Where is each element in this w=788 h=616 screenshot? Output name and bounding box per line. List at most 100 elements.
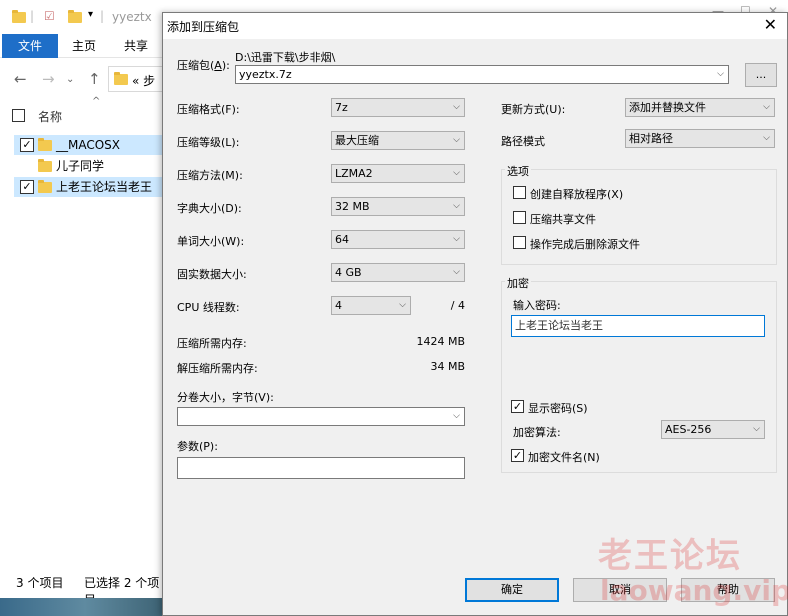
method-label: 压缩方法(M):	[177, 169, 243, 182]
recent-dropdown-icon[interactable]: ⌄	[66, 74, 74, 85]
word-size-label: 单词大小(W):	[177, 235, 245, 248]
format-value: 7z	[335, 101, 348, 114]
path-mode-label: 路径模式	[501, 135, 545, 148]
level-select[interactable]: 最大压缩 ⌵	[331, 131, 465, 150]
address-folder-icon	[114, 72, 128, 85]
desktop-wallpaper-strip	[0, 598, 170, 616]
archive-path: D:\迅雷下载\步非烟\	[235, 51, 336, 64]
create-sfx-checkbox[interactable]	[513, 186, 526, 199]
word-size-value: 64	[335, 233, 349, 246]
decompress-memory-label: 解压缩所需内存:	[177, 362, 258, 375]
select-all-checkbox[interactable]	[12, 109, 25, 122]
solid-block-size-value: 4 GB	[335, 266, 362, 279]
explorer-title: yyeztx	[112, 10, 152, 24]
chevron-down-icon: ⌵	[763, 133, 770, 143]
chevron-down-icon: ⌵	[453, 135, 460, 145]
ok-button[interactable]: 确定	[465, 578, 559, 602]
cpu-threads-value: 4	[335, 299, 342, 312]
separator: |	[30, 9, 35, 23]
chevron-down-icon: ⌵	[453, 201, 460, 211]
compress-shared-checkbox[interactable]	[513, 211, 526, 224]
add-to-archive-dialog: 添加到压缩包 ✕ 压缩包(A): D:\迅雷下载\步非烟\ yyeztx.7z …	[162, 12, 788, 616]
new-folder-icon[interactable]	[68, 10, 82, 23]
chevron-down-icon: ⌵	[399, 300, 406, 310]
encryption-method-label: 加密算法:	[513, 426, 561, 439]
chevron-down-icon: ⌵	[453, 102, 460, 112]
method-select[interactable]: LZMA2 ⌵	[331, 164, 465, 183]
split-volume-combobox[interactable]: ⌵	[177, 407, 465, 426]
update-mode-select[interactable]: 添加并替换文件 ⌵	[625, 98, 775, 117]
path-mode-value: 相对路径	[629, 132, 673, 145]
back-arrow-icon[interactable]: ←	[14, 70, 27, 88]
status-bar: 3 个项目 已选择 2 个项目	[0, 566, 170, 607]
up-arrow-icon[interactable]: ↑	[88, 70, 101, 88]
encryption-method-select[interactable]: AES-256 ⌵	[661, 420, 765, 439]
archive-name-value: yyeztx.7z	[239, 68, 292, 81]
chevron-down-icon: ⌵	[717, 69, 724, 79]
encrypt-filenames-label: 加密文件名(N)	[528, 451, 600, 464]
dialog-titlebar: 添加到压缩包 ✕	[163, 13, 787, 39]
list-item[interactable]: ✓ __MACOSX	[14, 135, 164, 155]
forward-arrow-icon[interactable]: →	[42, 70, 55, 88]
list-item[interactable]: ✓ 上老王论坛当老王	[14, 177, 164, 197]
password-input[interactable]: 上老王论坛当老王	[511, 315, 765, 337]
delete-after-label: 操作完成后删除源文件	[530, 238, 640, 251]
folder-icon	[38, 138, 52, 151]
chevron-down-icon: ⌵	[453, 411, 460, 421]
dialog-title: 添加到压缩包	[167, 20, 240, 34]
create-sfx-label: 创建自释放程序(X)	[530, 188, 624, 201]
folder-icon	[38, 159, 52, 172]
chevron-down-icon: ⌵	[453, 267, 460, 277]
item-checkbox[interactable]: ✓	[20, 138, 34, 152]
solid-block-size-select[interactable]: 4 GB ⌵	[331, 263, 465, 282]
word-size-select[interactable]: 64 ⌵	[331, 230, 465, 249]
delete-after-checkbox[interactable]	[513, 236, 526, 249]
split-volume-label: 分卷大小，字节(V):	[177, 391, 274, 404]
options-group-title: 选项	[505, 163, 531, 179]
parameters-label: 参数(P):	[177, 440, 218, 453]
chevron-down-icon: ⌵	[453, 168, 460, 178]
column-name-label: 名称	[38, 110, 63, 124]
solid-block-size-label: 固实数据大小:	[177, 268, 247, 281]
method-value: LZMA2	[335, 167, 373, 180]
encryption-group-title: 加密	[505, 275, 531, 291]
show-password-checkbox[interactable]: ✓	[511, 400, 524, 413]
chevron-down-icon: ⌵	[763, 102, 770, 112]
column-header-name[interactable]: 名称	[10, 104, 170, 128]
format-label: 压缩格式(F):	[177, 103, 240, 116]
dictionary-size-label: 字典大小(D):	[177, 202, 242, 215]
file-name: 儿子同学	[56, 159, 105, 173]
dialog-close-icon[interactable]: ✕	[764, 15, 777, 34]
tab-home[interactable]: 主页	[72, 34, 96, 58]
properties-icon[interactable]: ☑	[44, 9, 55, 23]
chevron-down-icon: ⌵	[753, 424, 760, 434]
folder-icon	[38, 180, 52, 193]
dictionary-size-select[interactable]: 32 MB ⌵	[331, 197, 465, 216]
level-value: 最大压缩	[335, 134, 379, 147]
item-checkbox[interactable]: ✓	[20, 180, 34, 194]
address-breadcrumb[interactable]: « 步	[132, 72, 155, 89]
compress-memory-value: 1424 MB	[416, 335, 465, 348]
browse-button[interactable]: ...	[745, 63, 777, 87]
dictionary-size-value: 32 MB	[335, 200, 370, 213]
folder-icon	[12, 10, 26, 23]
quick-access-dropdown-icon[interactable]: ▾	[88, 9, 93, 20]
cpu-threads-label: CPU 线程数:	[177, 301, 240, 314]
tab-file[interactable]: 文件	[2, 34, 58, 58]
list-item[interactable]: 儿子同学	[14, 156, 164, 176]
encryption-method-value: AES-256	[665, 423, 712, 436]
update-mode-value: 添加并替换文件	[629, 101, 706, 114]
parameters-input[interactable]	[177, 457, 465, 479]
level-label: 压缩等级(L):	[177, 136, 240, 149]
update-mode-label: 更新方式(U):	[501, 103, 566, 116]
status-item-count: 3 个项目	[16, 576, 64, 590]
tab-share[interactable]: 共享	[124, 34, 148, 58]
path-mode-select[interactable]: 相对路径 ⌵	[625, 129, 775, 148]
cpu-threads-total: / 4	[450, 299, 465, 312]
cpu-threads-select[interactable]: 4 ⌵	[331, 296, 411, 315]
archive-label: 压缩包(A):	[177, 59, 230, 72]
separator: |	[100, 9, 105, 23]
format-select[interactable]: 7z ⌵	[331, 98, 465, 117]
encrypt-filenames-checkbox[interactable]: ✓	[511, 449, 524, 462]
archive-name-combobox[interactable]: yyeztx.7z ⌵	[235, 65, 729, 84]
